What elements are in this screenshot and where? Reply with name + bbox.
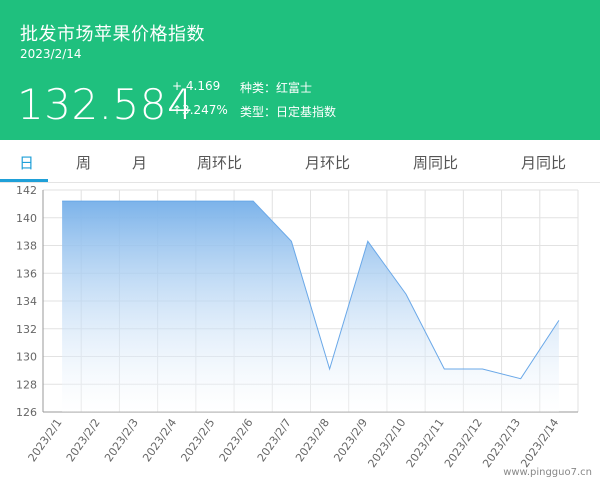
y-axis-ticks: 126 128 130 132 134 136 138 140 142 bbox=[16, 184, 37, 419]
date-label: 2023/2/14 bbox=[20, 47, 82, 61]
y-tick-label: 138 bbox=[16, 240, 37, 253]
x-axis-ticks: 2023/2/1 2023/2/2 2023/2/3 2023/2/4 2023/2/5… bbox=[26, 416, 562, 470]
change-absolute: + 4.169 bbox=[172, 79, 221, 93]
tab-month-mom[interactable]: 月环比 bbox=[305, 152, 350, 173]
x-tick-label: 2023/2/13 bbox=[480, 416, 523, 470]
y-tick-label: 130 bbox=[16, 351, 37, 364]
x-tick-label: 2023/2/14 bbox=[518, 416, 561, 470]
header-banner: 批发市场苹果价格指数 2023/2/14 132.584 + 4.169 ↑3.… bbox=[0, 0, 600, 140]
tab-month-yoy[interactable]: 月同比 bbox=[521, 152, 566, 173]
tab-week[interactable]: 周 bbox=[76, 152, 91, 173]
period-tabs: 日 周 月 周环比 月环比 周同比 月同比 bbox=[0, 140, 600, 183]
x-tick-label: 2023/2/3 bbox=[102, 416, 141, 464]
x-tick-label: 2023/2/4 bbox=[140, 416, 179, 464]
price-index-chart: 126128130132134136138140142 2023/2/1 2023… bbox=[16, 184, 579, 470]
x-tick-label: 2023/2/1 bbox=[26, 416, 65, 464]
tab-month[interactable]: 月 bbox=[132, 152, 147, 173]
y-tick-label: 136 bbox=[16, 267, 37, 280]
x-tick-label: 2023/2/5 bbox=[178, 416, 217, 464]
y-tick-label: 142 bbox=[16, 184, 37, 197]
y-tick-label: 126 bbox=[16, 406, 37, 419]
y-tick-label: 140 bbox=[16, 212, 37, 225]
change-percent: ↑3.247% bbox=[172, 103, 228, 117]
tab-week-mom[interactable]: 周环比 bbox=[197, 152, 242, 173]
index-value: 132.584 bbox=[17, 80, 195, 129]
index-type-label: 类型：日定基指数 bbox=[240, 105, 337, 119]
y-tick-label: 132 bbox=[16, 323, 37, 336]
variety-label: 种类：红富士 bbox=[240, 81, 313, 95]
x-tick-label: 2023/2/12 bbox=[442, 416, 485, 470]
x-tick-label: 2023/2/6 bbox=[217, 416, 256, 464]
x-tick-label: 2023/2/9 bbox=[331, 416, 370, 464]
tab-week-yoy[interactable]: 周同比 bbox=[413, 152, 458, 173]
x-tick-label: 2023/2/10 bbox=[365, 416, 408, 470]
x-tick-label: 2023/2/2 bbox=[64, 416, 103, 464]
x-tick-label: 2023/2/8 bbox=[293, 416, 332, 464]
tab-day[interactable]: 日 bbox=[19, 152, 34, 173]
y-tick-label: 128 bbox=[16, 378, 37, 391]
watermark: www.pingguo7.cn bbox=[503, 467, 592, 478]
page-title: 批发市场苹果价格指数 bbox=[20, 24, 205, 45]
x-tick-label: 2023/2/7 bbox=[255, 416, 294, 464]
x-tick-label: 2023/2/11 bbox=[404, 416, 447, 470]
y-tick-label: 134 bbox=[16, 295, 37, 308]
